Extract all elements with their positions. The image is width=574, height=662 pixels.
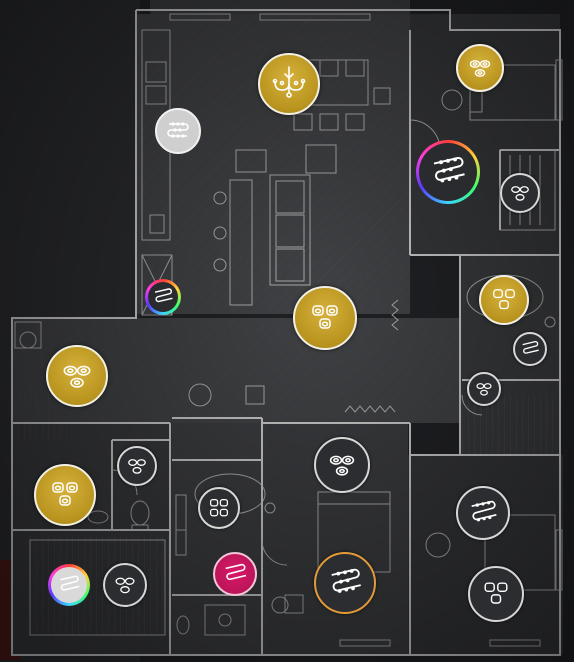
led-strip-icon [154,288,173,303]
spots-button-hall-w[interactable] [46,345,108,407]
strip-button-hall-small[interactable] [145,279,181,315]
spots-icon [63,365,91,388]
led-strip-icon [167,122,189,138]
strip-button-bath-pink[interactable] [213,552,257,596]
spots-icon [312,305,338,329]
spots-icon [493,289,515,310]
spots-icon [52,482,78,506]
led-strip-icon [225,563,247,581]
spots-icon [476,383,492,396]
strip-button-bedroom-center[interactable] [314,552,376,614]
chandelier-button[interactable] [258,53,320,115]
spots-button-bath-e[interactable] [479,275,529,325]
spots-button-living[interactable] [293,286,357,350]
strip-button-corridor-ne[interactable] [416,140,480,204]
strip-button-bath-e[interactable] [513,332,547,366]
led-strip-icon [522,341,539,354]
strip-button-laundry[interactable] [48,564,90,606]
floor-plan-app [0,0,574,662]
strip-button-kitchen[interactable] [155,108,201,154]
spots-button-bath-center[interactable] [198,487,240,529]
chandelier-icon [272,66,306,98]
spots-button-bedroom-ne[interactable] [456,44,504,92]
spots-button-laundry[interactable] [103,563,147,607]
spots-button-entry-w[interactable] [34,464,96,526]
led-strip-icon [331,568,361,593]
spots-icon [469,60,491,77]
spots-icon [329,455,355,476]
spots-icon [128,459,146,474]
spots-button-wc[interactable] [117,446,157,486]
spots-button-closet-e[interactable] [467,372,501,406]
spots-icon [511,186,529,201]
spots-icon [209,498,229,517]
led-strip-icon [433,157,465,183]
led-strip-icon [60,575,80,591]
spots-button-bedroom-center[interactable] [314,437,370,493]
spots-button-bedroom-se[interactable] [468,566,524,622]
spots-icon [484,582,508,604]
spots-icon [115,577,135,594]
led-strip-icon [471,500,497,522]
spots-button-dressing-ne[interactable] [500,173,540,213]
strip-button-bedroom-se[interactable] [456,486,510,540]
